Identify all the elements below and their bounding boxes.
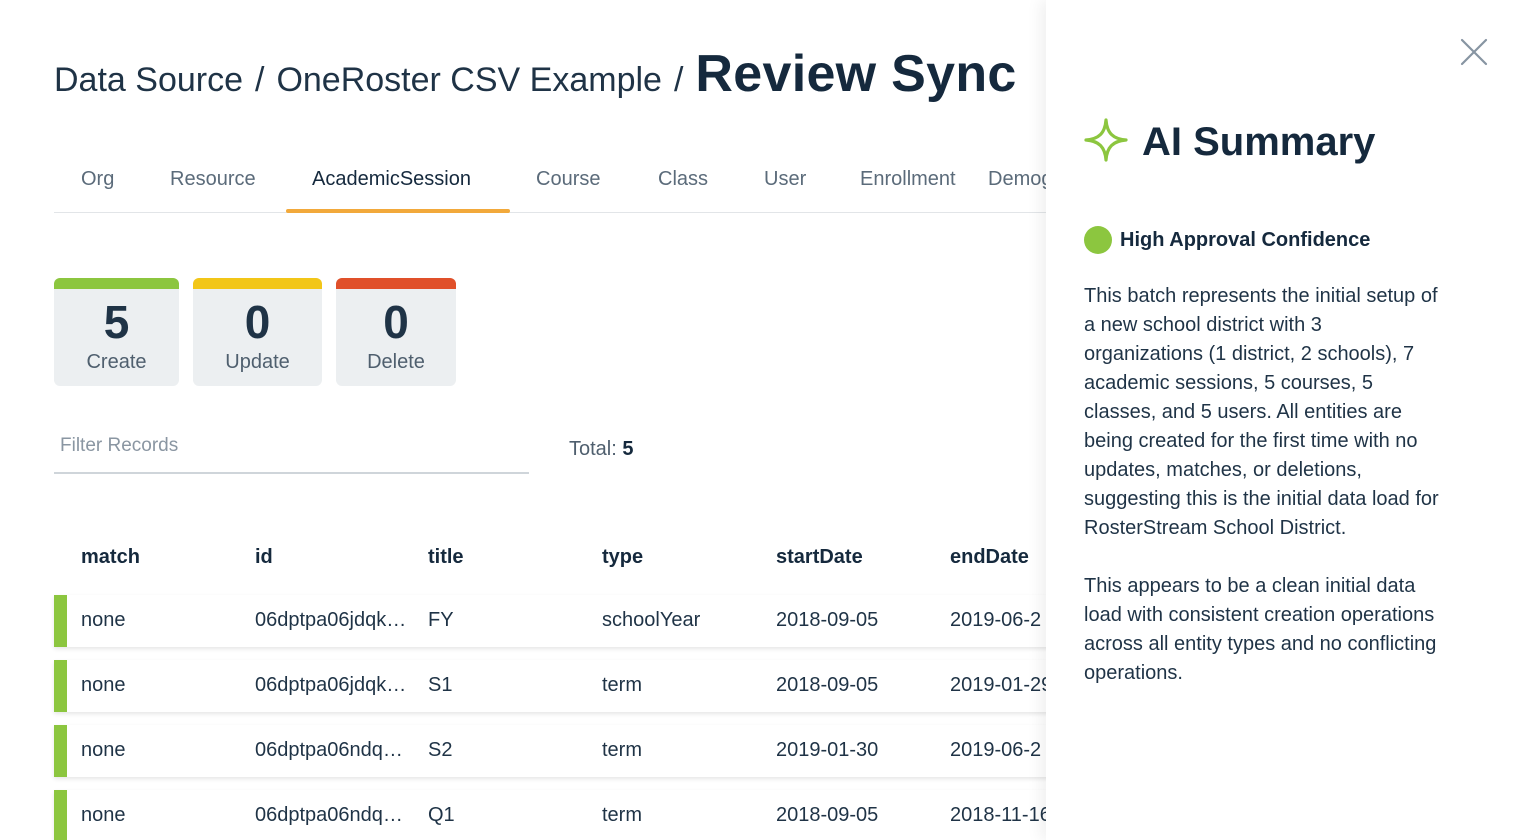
cell-match: none bbox=[81, 804, 126, 826]
delete-count-card[interactable]: 0 Delete bbox=[336, 278, 456, 386]
tab-resource[interactable]: Resource bbox=[170, 168, 256, 191]
breadcrumb-separator: / bbox=[673, 61, 684, 99]
table-row[interactable]: none 06dptpa06jdqk… S1 term 2018-09-05 2… bbox=[54, 660, 1046, 712]
tab-user[interactable]: User bbox=[764, 168, 806, 191]
cell-start-date: 2018-09-05 bbox=[776, 674, 879, 696]
create-label: Create bbox=[86, 351, 147, 373]
column-header-type[interactable]: type bbox=[602, 546, 643, 569]
row-status-marker bbox=[54, 595, 67, 647]
ai-summary-text: This batch represents the initial setup … bbox=[1084, 282, 1444, 688]
tab-org[interactable]: Org bbox=[81, 168, 114, 191]
active-tab-indicator bbox=[286, 209, 510, 213]
cell-start-date: 2018-09-05 bbox=[776, 609, 879, 631]
table-row[interactable]: none 06dptpa06ndq… Q1 term 2018-09-05 20… bbox=[54, 790, 1046, 840]
cell-type: term bbox=[602, 804, 642, 826]
tab-class[interactable]: Class bbox=[658, 168, 708, 191]
sparkle-icon bbox=[1084, 118, 1128, 167]
cell-end-date: 2019-06-2 bbox=[950, 739, 1042, 761]
cell-end-date: 2018-11-16 bbox=[950, 804, 1046, 826]
cell-type: term bbox=[602, 739, 642, 761]
column-header-start-date[interactable]: startDate bbox=[776, 546, 863, 569]
cell-id: 06dptpa06jdqk… bbox=[255, 674, 407, 696]
cell-end-date: 2019-01-29 bbox=[950, 674, 1046, 696]
tab-demographics[interactable]: Demographics bbox=[988, 168, 1046, 191]
cell-id: 06dptpa06ndq… bbox=[255, 804, 403, 826]
cell-type: schoolYear bbox=[602, 609, 701, 631]
column-header-match[interactable]: match bbox=[81, 546, 140, 569]
filter-records-field bbox=[54, 426, 529, 474]
cell-title: S2 bbox=[428, 739, 453, 761]
total-label: Total: bbox=[569, 438, 617, 460]
filter-records-input[interactable] bbox=[54, 426, 529, 466]
cell-title: FY bbox=[428, 609, 454, 631]
page-title: Review Sync bbox=[695, 45, 1017, 103]
table-header: match id title type startDate endDate bbox=[0, 546, 1046, 576]
update-label: Update bbox=[225, 351, 290, 373]
tab-enrollment[interactable]: Enrollment bbox=[860, 168, 956, 191]
summary-paragraph: This batch represents the initial setup … bbox=[1084, 285, 1439, 539]
confidence-label: High Approval Confidence bbox=[1120, 228, 1371, 251]
column-header-end-date[interactable]: endDate bbox=[950, 546, 1029, 569]
column-header-title[interactable]: title bbox=[428, 546, 464, 569]
create-count-card[interactable]: 5 Create bbox=[54, 278, 179, 386]
update-count-card[interactable]: 0 Update bbox=[193, 278, 322, 386]
cell-match: none bbox=[81, 739, 126, 761]
ai-summary-header: AI Summary bbox=[1084, 118, 1375, 167]
row-status-marker bbox=[54, 790, 67, 840]
tab-course[interactable]: Course bbox=[536, 168, 600, 191]
cell-start-date: 2019-01-30 bbox=[776, 739, 879, 761]
cell-match: none bbox=[81, 609, 126, 631]
delete-label: Delete bbox=[367, 351, 425, 373]
ai-summary-title: AI Summary bbox=[1142, 120, 1376, 164]
table-row[interactable]: none 06dptpa06ndq… S2 term 2019-01-30 20… bbox=[54, 725, 1046, 777]
tab-academic-session[interactable]: AcademicSession bbox=[312, 168, 471, 191]
entity-tabs: Org Resource AcademicSession Course Clas… bbox=[54, 150, 1046, 213]
column-header-id[interactable]: id bbox=[255, 546, 273, 569]
delete-count: 0 bbox=[383, 296, 409, 348]
summary-paragraph: This appears to be a clean initial data … bbox=[1084, 575, 1437, 684]
ai-summary-panel: AI Summary High Approval Confidence This… bbox=[1046, 0, 1520, 840]
cell-title: Q1 bbox=[428, 804, 455, 826]
cell-id: 06dptpa06jdqk… bbox=[255, 609, 407, 631]
create-status-bar bbox=[54, 278, 179, 289]
main-content: Data Source / OneRoster CSV Example / Re… bbox=[0, 0, 1046, 840]
cell-start-date: 2018-09-05 bbox=[776, 804, 879, 826]
table-row[interactable]: none 06dptpa06jdqk… FY schoolYear 2018-0… bbox=[54, 595, 1046, 647]
cell-id: 06dptpa06ndq… bbox=[255, 739, 403, 761]
confidence-status-dot bbox=[1084, 226, 1112, 254]
cell-end-date: 2019-06-2 bbox=[950, 609, 1042, 631]
confidence-indicator: High Approval Confidence bbox=[1084, 226, 1370, 254]
cell-title: S1 bbox=[428, 674, 453, 696]
breadcrumb-source-name[interactable]: OneRoster CSV Example bbox=[276, 61, 662, 100]
create-count: 5 bbox=[103, 296, 130, 348]
cell-match: none bbox=[81, 674, 126, 696]
total-count: Total: 5 bbox=[569, 438, 634, 461]
total-value: 5 bbox=[622, 438, 634, 460]
breadcrumb-data-source[interactable]: Data Source bbox=[54, 61, 243, 100]
cell-type: term bbox=[602, 674, 642, 696]
close-icon[interactable] bbox=[1458, 36, 1490, 68]
breadcrumb-separator: / bbox=[255, 61, 265, 99]
delete-status-bar bbox=[336, 278, 456, 289]
update-status-bar bbox=[193, 278, 322, 289]
breadcrumb: Data Source / OneRoster CSV Example / Re… bbox=[54, 44, 1017, 104]
row-status-marker bbox=[54, 725, 67, 777]
row-status-marker bbox=[54, 660, 67, 712]
update-count: 0 bbox=[244, 296, 271, 348]
